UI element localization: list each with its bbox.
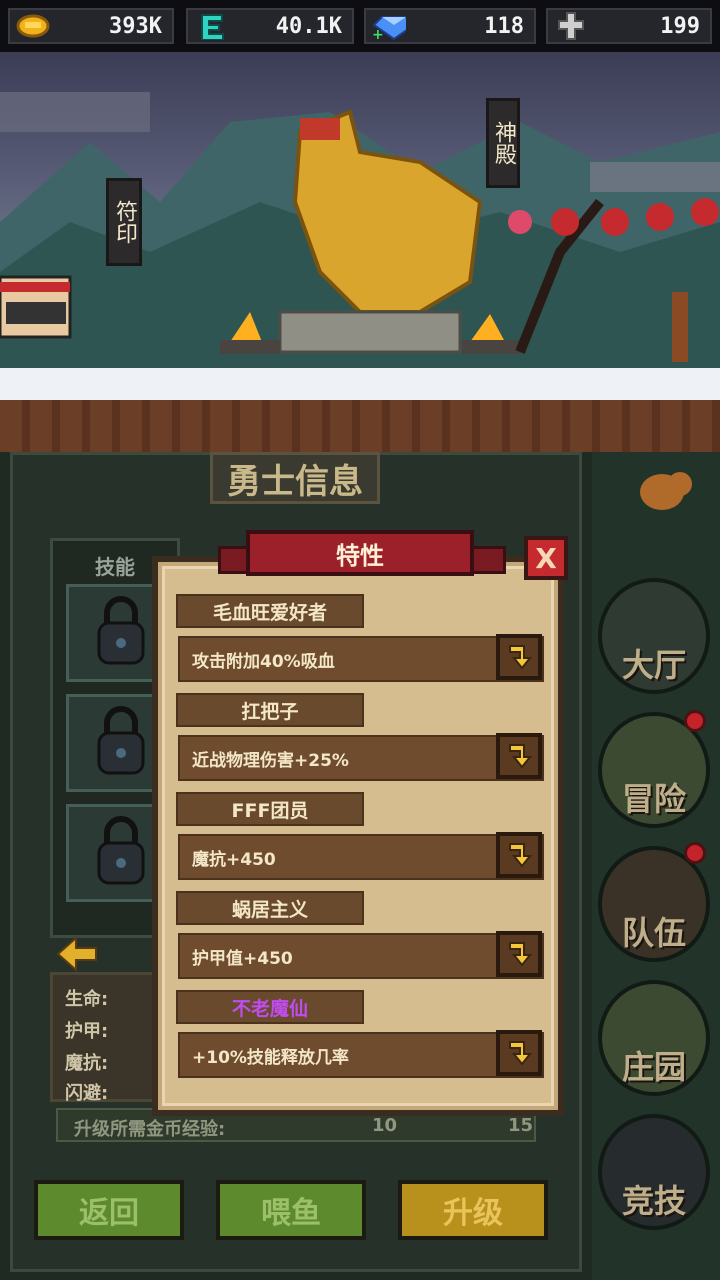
upgrade-button[interactable]: 升级	[398, 1180, 548, 1240]
swap-icon	[509, 1041, 533, 1066]
energy-counter: 40.1K	[186, 8, 354, 44]
upgrade-cost-label: 升级所需金币经验:	[74, 1119, 226, 1140]
feed-fish-button[interactable]: 喂鱼	[216, 1180, 366, 1240]
nav-manor[interactable]: 庄园	[598, 980, 710, 1096]
nav-team-label: 队伍	[621, 914, 686, 952]
trait-swap-button-5[interactable]	[496, 1030, 542, 1076]
trait-swap-button-2[interactable]	[496, 733, 542, 779]
trait-name-5: 不老魔仙	[176, 990, 364, 1024]
trait-desc-2: 近战物理伤害+25%	[178, 735, 544, 781]
nav-arena-label: 竞技	[621, 1182, 686, 1220]
nav-manor-label: 庄园	[621, 1048, 686, 1086]
trait-desc-4: 护甲值+450	[178, 933, 544, 979]
trait-name-2: 扛把子	[176, 693, 364, 727]
snow-ground	[0, 368, 720, 402]
back-button[interactable]: 返回	[34, 1180, 184, 1240]
trait-swap-button-3[interactable]	[496, 832, 542, 878]
sign-left: 符印	[106, 178, 142, 266]
diamond-counter: + 118	[364, 8, 536, 44]
svg-text:+: +	[372, 27, 384, 41]
team-badge	[684, 842, 706, 864]
trait-name-1: 毛血旺爱好者	[176, 594, 364, 628]
stat-hp: 生命:	[65, 989, 109, 1010]
close-button[interactable]: X	[524, 536, 568, 580]
trait-swap-button-1[interactable]	[496, 634, 542, 680]
upgrade-gold-cost: 10	[372, 1115, 398, 1136]
diamond-icon: +	[372, 13, 406, 41]
trait-desc-5: +10%技能释放几率	[178, 1032, 544, 1078]
swap-icon	[509, 645, 533, 670]
nav-adventure-label: 冒险	[621, 780, 686, 818]
energy-e-icon	[194, 13, 228, 40]
swap-icon	[509, 744, 533, 769]
energy-value: 40.1K	[275, 13, 342, 39]
stat-dodge: 闪避:	[65, 1083, 109, 1104]
dirt-ground	[0, 400, 720, 452]
diamond-value: 118	[484, 13, 524, 39]
back-arrow-icon[interactable]	[56, 935, 98, 973]
trait-swap-button-4[interactable]	[496, 931, 542, 977]
sign-right: 神殿	[486, 98, 520, 188]
trait-name-3: FFF团员	[176, 792, 364, 826]
cross-value: 199	[660, 13, 700, 39]
cross-icon	[554, 12, 588, 40]
title-ribbon-right	[470, 546, 506, 574]
hero-info-title: 勇士信息	[210, 452, 380, 504]
pet-icon	[632, 462, 702, 522]
traits-modal-title: 特性	[246, 530, 474, 576]
swap-icon	[509, 843, 533, 868]
stat-armor: 护甲:	[65, 1021, 109, 1042]
trait-desc-1: 攻击附加40%吸血	[178, 636, 544, 682]
adventure-badge	[684, 710, 706, 732]
trait-desc-3: 魔抗+450	[178, 834, 544, 880]
swap-icon	[509, 942, 533, 967]
nav-arena[interactable]: 竞技	[598, 1114, 710, 1230]
cross-counter: 199	[546, 8, 712, 44]
nav-hall-label: 大厅	[621, 646, 686, 684]
gold-counter: 393K	[8, 8, 174, 44]
gold-value: 393K	[109, 13, 162, 39]
upgrade-exp-cost: 15	[508, 1115, 534, 1136]
gold-coin-icon	[16, 13, 50, 39]
nav-hall[interactable]: 大厅	[598, 578, 710, 694]
trait-name-4: 蜗居主义	[176, 891, 364, 925]
stat-magic-resist: 魔抗:	[65, 1053, 109, 1074]
